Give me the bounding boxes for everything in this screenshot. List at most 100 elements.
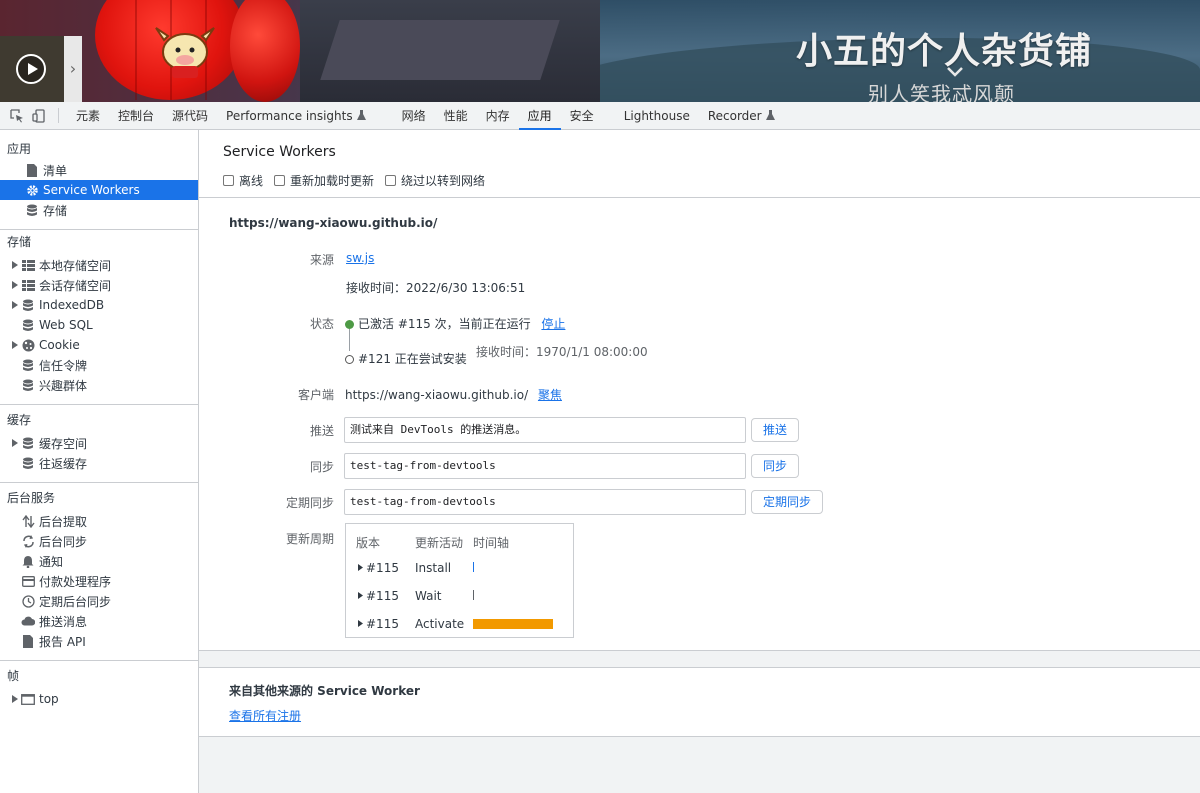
card-icon — [20, 573, 36, 589]
sidebar-item-interest-groups[interactable]: 兴趣群体 — [0, 375, 198, 395]
status-label: 状态 — [309, 317, 334, 331]
site-title: 小五的个人杂货铺 — [796, 31, 1093, 72]
expand-arrow-icon[interactable] — [358, 620, 363, 627]
tab-performance[interactable]: 性能 — [435, 102, 477, 129]
tab-label: 内存 — [485, 109, 510, 123]
checkbox-box[interactable] — [223, 175, 234, 186]
push-input[interactable]: 测试来自 DevTools 的推送消息。 — [344, 417, 746, 443]
clock-icon — [20, 593, 36, 609]
version-cell: #115 — [366, 561, 399, 575]
table-row[interactable]: #115 Wait — [346, 582, 575, 610]
tab-lighthouse[interactable]: Lighthouse — [615, 102, 699, 129]
activity-cell: Activate — [415, 617, 465, 631]
sidebar-item-back-forward-cache[interactable]: 往返缓存 — [0, 453, 198, 473]
table-row[interactable]: #115 Install — [346, 554, 575, 582]
sidebar-item-label: top — [39, 692, 59, 706]
tab-sources[interactable]: 源代码 — [163, 102, 217, 129]
expand-arrow-icon[interactable] — [10, 301, 20, 309]
expand-arrow-icon[interactable] — [10, 695, 20, 703]
sidebar-item-label: Web SQL — [39, 318, 93, 332]
tab-recorder[interactable]: Recorder — [699, 102, 784, 129]
tab-performance-insights[interactable]: Performance insights — [217, 102, 375, 129]
periodic-sync-button[interactable]: 定期同步 — [751, 490, 824, 514]
devtools-toolbar: 元素 控制台 源代码 Performance insights 网络 性能 内存… — [0, 102, 1200, 130]
sidebar-item-background-sync[interactable]: 后台同步 — [0, 531, 198, 551]
sidebar-item-background-fetch[interactable]: 后台提取 — [0, 511, 198, 531]
tab-label: 网络 — [401, 109, 426, 123]
sidebar-item-trust-tokens[interactable]: 信任令牌 — [0, 355, 198, 375]
tab-application[interactable]: 应用 — [518, 102, 561, 130]
tab-memory[interactable]: 内存 — [477, 102, 519, 129]
sidebar-item-cookie[interactable]: Cookie — [0, 335, 198, 355]
chevron-right-icon[interactable]: › — [64, 36, 82, 102]
sidebar-item-service-workers[interactable]: Service Workers — [0, 180, 198, 200]
tab-network[interactable]: 网络 — [393, 102, 435, 129]
sidebar-item-local-storage[interactable]: 本地存储空间 — [0, 255, 198, 275]
expand-arrow-icon[interactable] — [10, 261, 20, 269]
bypass-for-network-checkbox[interactable]: 绕过以转到网络 — [385, 172, 485, 189]
banner-roof — [320, 20, 560, 80]
music-player[interactable] — [0, 36, 64, 102]
push-button[interactable]: 推送 — [751, 418, 800, 442]
sidebar-item-websql[interactable]: Web SQL — [0, 315, 198, 335]
tab-security[interactable]: 安全 — [561, 102, 603, 129]
service-workers-panel: Service Workers 离线 重新加载时更新 绕过以转到网络 https… — [199, 130, 1200, 793]
database-icon — [20, 377, 36, 393]
expand-arrow-icon[interactable] — [358, 564, 363, 571]
arrows-up-down-icon — [20, 513, 36, 529]
sidebar-item-notifications[interactable]: 通知 — [0, 551, 198, 571]
tab-label: Recorder — [707, 108, 762, 123]
sidebar-item-label: 信任令牌 — [39, 358, 88, 373]
column-header-timeline: 时间轴 — [473, 536, 510, 550]
sidebar-item-session-storage[interactable]: 会话存储空间 — [0, 275, 198, 295]
tab-elements[interactable]: 元素 — [67, 102, 109, 129]
status-active-text: 已激活 #115 次，当前正在运行 — [358, 317, 531, 331]
sidebar-item-label: 定期后台同步 — [39, 594, 112, 609]
sidebar-item-periodic-background-sync[interactable]: 定期后台同步 — [0, 591, 198, 611]
sidebar-item-label: 缓存空间 — [39, 436, 88, 451]
sidebar-item-frame-top[interactable]: top — [0, 689, 198, 709]
source-link[interactable]: sw.js — [346, 251, 374, 265]
see-all-registrations-link[interactable]: 查看所有注册 — [229, 707, 301, 724]
sidebar-item-label: 会话存储空间 — [39, 278, 112, 293]
tab-label: 应用 — [527, 109, 552, 123]
play-icon[interactable] — [16, 54, 46, 84]
table-row[interactable]: #115 Activate — [346, 610, 575, 638]
checkbox-box[interactable] — [385, 175, 397, 186]
periodic-sync-input[interactable]: test-tag-from-devtools — [344, 489, 746, 515]
inspect-element-icon[interactable] — [6, 102, 28, 129]
grid-icon — [20, 257, 36, 273]
sidebar-item-cache-storage[interactable]: 缓存空间 — [0, 433, 198, 453]
timeline-tick — [473, 590, 474, 600]
sidebar-item-manifest[interactable]: 清单 — [0, 160, 198, 180]
worker-origin: https://wang-xiaowu.github.io/ — [229, 216, 438, 230]
offline-checkbox[interactable]: 离线 — [223, 172, 263, 189]
sidebar-item-indexeddb[interactable]: IndexedDB — [0, 295, 198, 315]
sidebar-item-payment-handler[interactable]: 付款处理程序 — [0, 571, 198, 591]
sidebar-item-storage[interactable]: 存储 — [0, 200, 198, 220]
client-label: 客户端 — [297, 388, 334, 402]
version-cell: #115 — [366, 589, 399, 603]
expand-arrow-icon[interactable] — [10, 281, 20, 289]
section-title-background-services: 后台服务 — [7, 490, 56, 505]
tab-console[interactable]: 控制台 — [109, 102, 163, 129]
sync-label: 同步 — [309, 460, 334, 474]
sidebar-item-push-messaging[interactable]: 推送消息 — [0, 611, 198, 631]
expand-arrow-icon[interactable] — [10, 341, 20, 349]
checkbox-label: 绕过以转到网络 — [401, 174, 486, 188]
database-icon — [20, 435, 36, 451]
section-title-application: 应用 — [7, 141, 32, 156]
update-cycle-table: 版本 更新活动 时间轴 #115 Install #115 Wait #115 … — [345, 523, 574, 638]
site-subtitle: 别人笑我忒风颠 — [868, 82, 1015, 102]
update-on-reload-checkbox[interactable]: 重新加载时更新 — [274, 172, 374, 189]
sync-button[interactable]: 同步 — [751, 454, 800, 478]
checkbox-box[interactable] — [274, 175, 286, 186]
focus-link[interactable]: 聚焦 — [538, 388, 562, 402]
expand-arrow-icon[interactable] — [10, 439, 20, 447]
sidebar-item-reporting-api[interactable]: 报告 API — [0, 631, 198, 651]
expand-arrow-icon[interactable] — [358, 592, 363, 599]
other-origins-title: 来自其他来源的 Service Worker — [229, 684, 420, 698]
sync-input[interactable]: test-tag-from-devtools — [344, 453, 746, 479]
device-toolbar-icon[interactable] — [28, 102, 50, 129]
stop-link[interactable]: 停止 — [541, 317, 565, 331]
